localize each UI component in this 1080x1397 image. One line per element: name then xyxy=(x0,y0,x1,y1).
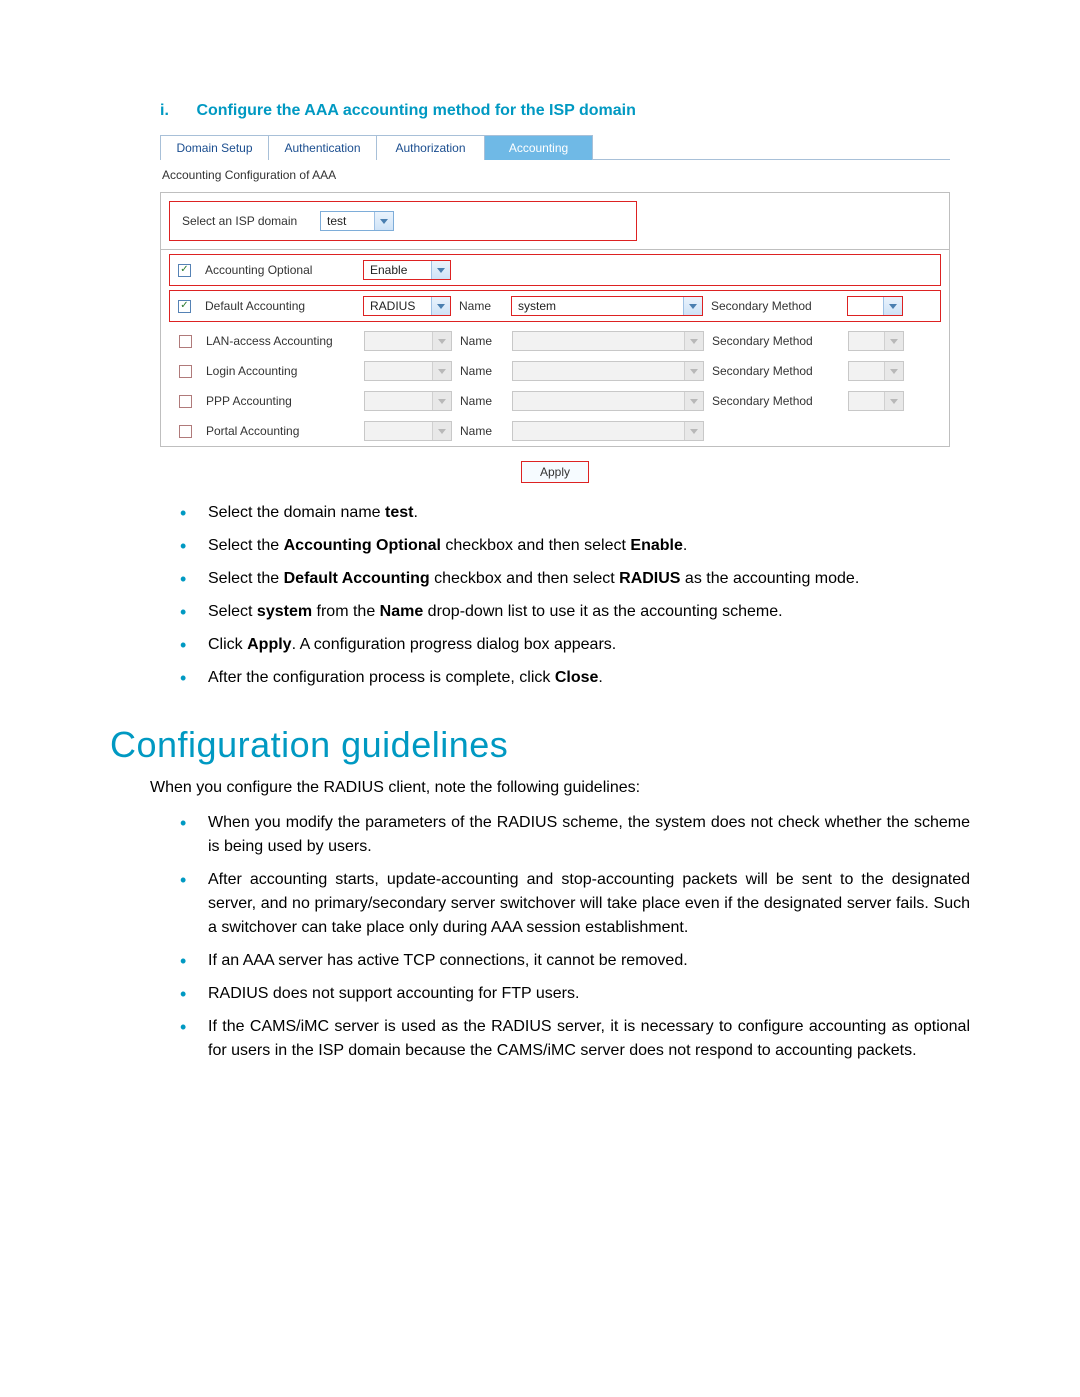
tab-strip: Domain SetupAuthenticationAuthorizationA… xyxy=(160,134,950,160)
chevron-down-icon xyxy=(683,297,702,315)
secondary-method-label: Secondary Method xyxy=(712,364,840,378)
tab-domain-setup[interactable]: Domain Setup xyxy=(160,135,269,160)
list-item: Select the Accounting Optional checkbox … xyxy=(180,534,970,558)
list-item: RADIUS does not support accounting for F… xyxy=(180,982,970,1006)
list-item: Select the domain name test. xyxy=(180,501,970,525)
secondary-method-label: Secondary Method xyxy=(712,334,840,348)
secondary-method-select[interactable] xyxy=(847,296,903,316)
accounting-row: PPP Accounting Name Secondary Method xyxy=(161,386,949,416)
accounting-row: ✓ Accounting Optional Enable xyxy=(169,254,941,286)
aaa-accounting-ui: Domain SetupAuthenticationAuthorizationA… xyxy=(160,134,950,483)
chevron-down-icon xyxy=(684,362,703,380)
secondary-method-label: Secondary Method xyxy=(712,394,840,408)
name-label: Name xyxy=(460,424,504,438)
name-label: Name xyxy=(460,334,504,348)
guideline-list: When you modify the parameters of the RA… xyxy=(180,811,970,1063)
row-checkbox[interactable] xyxy=(179,335,192,348)
name-label: Name xyxy=(460,394,504,408)
method-select xyxy=(364,331,452,351)
method-value: RADIUS xyxy=(364,299,431,313)
secondary-method-select xyxy=(848,331,904,351)
chevron-down-icon xyxy=(684,332,703,350)
row-label: PPP Accounting xyxy=(206,394,356,408)
method-select[interactable]: RADIUS xyxy=(363,296,451,316)
accounting-row: Login Accounting Name Secondary Method xyxy=(161,356,949,386)
chevron-down-icon xyxy=(684,422,703,440)
list-item: If an AAA server has active TCP connecti… xyxy=(180,949,970,973)
row-checkbox[interactable]: ✓ xyxy=(178,264,191,277)
name-label: Name xyxy=(460,364,504,378)
chevron-down-icon xyxy=(432,422,451,440)
chevron-down-icon xyxy=(884,332,903,350)
aaa-panel: Select an ISP domain test ✓ Accounting Op… xyxy=(160,192,950,447)
name-select xyxy=(512,421,704,441)
step-index: i. xyxy=(160,102,192,120)
chevron-down-icon xyxy=(432,362,451,380)
list-item: If the CAMS/iMC server is used as the RA… xyxy=(180,1015,970,1063)
row-checkbox[interactable] xyxy=(179,395,192,408)
secondary-method-select xyxy=(848,391,904,411)
secondary-method-label: Secondary Method xyxy=(711,299,839,313)
chevron-down-icon xyxy=(431,261,450,279)
name-label: Name xyxy=(459,299,503,313)
name-select xyxy=(512,361,704,381)
list-item: Click Apply. A configuration progress di… xyxy=(180,633,970,657)
method-select xyxy=(364,361,452,381)
chevron-down-icon xyxy=(431,297,450,315)
method-select[interactable]: Enable xyxy=(363,260,451,280)
section-title: Configuration guidelines xyxy=(110,724,970,766)
chevron-down-icon xyxy=(883,297,902,315)
step-text: Configure the AAA accounting method for … xyxy=(196,102,635,119)
chevron-down-icon xyxy=(374,212,393,230)
row-checkbox[interactable] xyxy=(179,365,192,378)
row-checkbox[interactable]: ✓ xyxy=(178,300,191,313)
step-instructions: Select the domain name test. Select the A… xyxy=(180,501,970,690)
method-select xyxy=(364,421,452,441)
name-select[interactable]: system xyxy=(511,296,703,316)
step-heading: i. Configure the AAA accounting method f… xyxy=(160,102,970,120)
tab-authentication[interactable]: Authentication xyxy=(268,135,377,160)
method-value: Enable xyxy=(364,263,431,277)
isp-domain-label: Select an ISP domain xyxy=(182,214,312,228)
row-label: Portal Accounting xyxy=(206,424,356,438)
name-value: system xyxy=(512,299,683,313)
list-item: When you modify the parameters of the RA… xyxy=(180,811,970,859)
list-item: Select system from the Name drop-down li… xyxy=(180,600,970,624)
list-item: After accounting starts, update-accounti… xyxy=(180,868,970,940)
accounting-row: Portal Accounting Name xyxy=(161,416,949,446)
accounting-row: ✓ Default Accounting RADIUS Name system Secon… xyxy=(169,290,941,322)
chevron-down-icon xyxy=(684,392,703,410)
row-checkbox[interactable] xyxy=(179,425,192,438)
row-label: Default Accounting xyxy=(205,299,355,313)
section-intro: When you configure the RADIUS client, no… xyxy=(150,776,970,799)
method-select xyxy=(364,391,452,411)
chevron-down-icon xyxy=(884,392,903,410)
list-item: Select the Default Accounting checkbox a… xyxy=(180,567,970,591)
apply-button[interactable]: Apply xyxy=(521,461,589,483)
chevron-down-icon xyxy=(432,332,451,350)
row-label: Login Accounting xyxy=(206,364,356,378)
name-select xyxy=(512,391,704,411)
chevron-down-icon xyxy=(884,362,903,380)
isp-domain-select[interactable]: test xyxy=(320,211,394,231)
panel-subtitle: Accounting Configuration of AAA xyxy=(162,168,948,182)
name-select xyxy=(512,331,704,351)
secondary-method-select xyxy=(848,361,904,381)
tab-authorization[interactable]: Authorization xyxy=(376,135,485,160)
tab-accounting[interactable]: Accounting xyxy=(484,135,593,160)
isp-domain-value: test xyxy=(321,214,374,228)
row-label: LAN-access Accounting xyxy=(206,334,356,348)
chevron-down-icon xyxy=(432,392,451,410)
row-label: Accounting Optional xyxy=(205,263,355,277)
accounting-row: LAN-access Accounting Name Secondary Metho… xyxy=(161,326,949,356)
list-item: After the configuration process is compl… xyxy=(180,666,970,690)
